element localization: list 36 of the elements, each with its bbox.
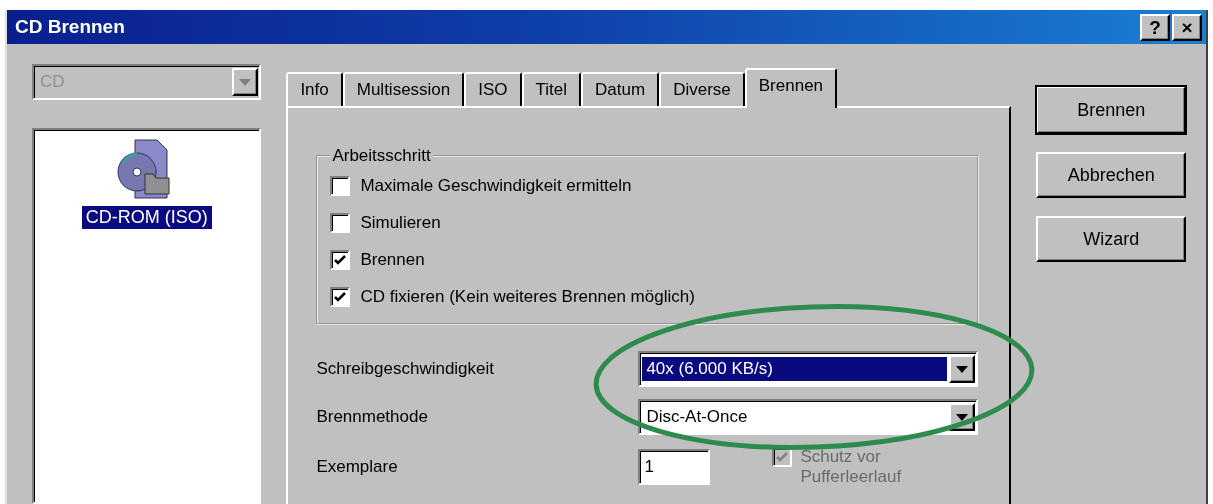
input-field[interactable]: 1 bbox=[638, 448, 711, 485]
check-icon bbox=[333, 290, 348, 304]
caret-icon bbox=[956, 365, 969, 373]
tab[interactable]: Brennen bbox=[744, 68, 838, 108]
tab[interactable]: Diverse bbox=[659, 72, 745, 106]
select-field[interactable]: Disc-At-Once bbox=[638, 399, 979, 435]
checkbox-label: CD fixieren (Kein weiteres Brennen möglich) bbox=[360, 287, 695, 307]
checkbox[interactable] bbox=[330, 287, 351, 307]
tab[interactable]: Multisession bbox=[342, 72, 465, 106]
help-button[interactable]: ? bbox=[1140, 13, 1170, 41]
checkbox-label: Simulieren bbox=[360, 213, 441, 233]
tab[interactable]: ISO bbox=[464, 72, 522, 106]
select-field[interactable]: 40x (6.000 KB/s) bbox=[638, 351, 979, 387]
field-label: Schreibgeschwindigkeit bbox=[316, 359, 496, 379]
caret-icon bbox=[956, 413, 969, 421]
tab[interactable]: Info bbox=[286, 72, 343, 106]
field-label: Exemplare bbox=[316, 456, 399, 477]
check-icon bbox=[775, 450, 790, 464]
window-title: CD Brennen bbox=[15, 16, 125, 38]
checkbox-label: Brennen bbox=[360, 250, 425, 270]
group-title: Arbeitsschritt bbox=[331, 146, 432, 166]
caret-icon bbox=[239, 78, 252, 86]
checkbox[interactable] bbox=[330, 176, 351, 196]
tab[interactable]: Datum bbox=[581, 72, 660, 106]
dialog-button[interactable]: Wizard bbox=[1036, 216, 1186, 262]
checkbox-label: Schutz vor Pufferleerlauf bbox=[800, 447, 903, 487]
dialog-button[interactable]: Brennen bbox=[1036, 86, 1186, 134]
close-button[interactable]: × bbox=[1172, 13, 1202, 41]
list-item[interactable]: CD-ROM (ISO) bbox=[81, 206, 212, 229]
checkbox[interactable] bbox=[330, 250, 351, 270]
check-icon bbox=[333, 253, 348, 267]
tab[interactable]: Titel bbox=[521, 72, 582, 106]
checkbox-label: Maximale Geschwindigkeit ermitteln bbox=[360, 176, 632, 196]
checkbox[interactable] bbox=[330, 213, 351, 233]
field-label: Brennmethode bbox=[316, 407, 429, 427]
dialog-button[interactable]: Abbrechen bbox=[1036, 152, 1186, 198]
